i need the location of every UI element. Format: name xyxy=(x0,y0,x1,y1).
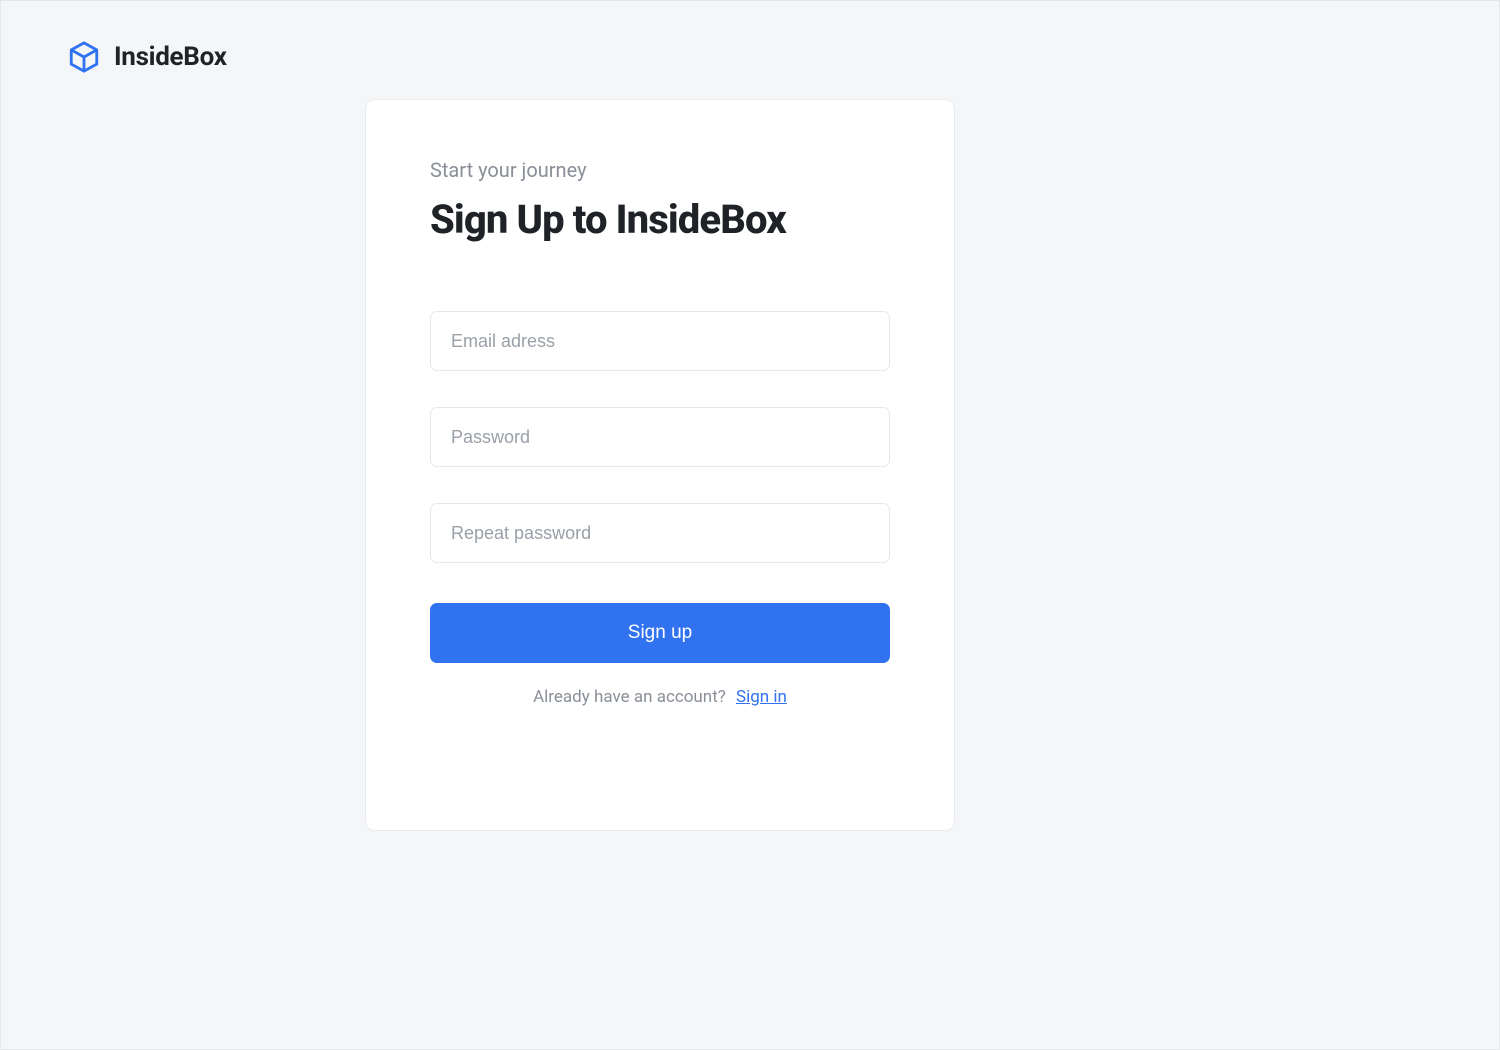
brand-header: InsideBox xyxy=(66,39,227,75)
email-field[interactable] xyxy=(430,311,890,371)
card-title: Sign Up to InsideBox xyxy=(430,196,890,243)
brand-name: InsideBox xyxy=(114,42,227,72)
signin-row: Already have an account? Sign in xyxy=(430,687,890,707)
password-field[interactable] xyxy=(430,407,890,467)
signin-prompt: Already have an account? xyxy=(533,687,726,707)
card-subtitle: Start your journey xyxy=(430,158,890,182)
box-logo-icon xyxy=(66,39,102,75)
repeat-password-field[interactable] xyxy=(430,503,890,563)
signin-link[interactable]: Sign in xyxy=(736,687,787,707)
signup-button[interactable]: Sign up xyxy=(430,603,890,663)
signup-card: Start your journey Sign Up to InsideBox … xyxy=(365,99,955,831)
